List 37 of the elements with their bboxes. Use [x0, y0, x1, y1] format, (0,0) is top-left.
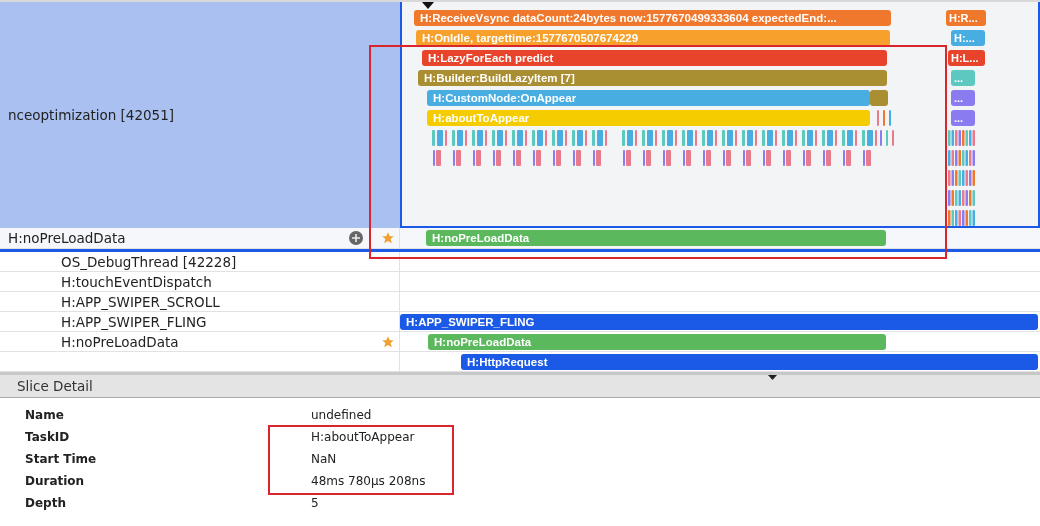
- trace-slice[interactable]: H:R...: [946, 10, 986, 26]
- row-name: OS_DebugThread [42228]: [60, 253, 238, 270]
- trace-slice[interactable]: H:LazyForEach predict: [422, 50, 887, 66]
- field-label: Start Time: [25, 452, 97, 467]
- field-label: Duration: [25, 474, 85, 489]
- row-name: H:noPreLoadData: [7, 230, 127, 246]
- field-label: Depth: [25, 496, 66, 511]
- field-value: NaN: [311, 452, 337, 467]
- trace-slice[interactable]: H:L...: [948, 50, 985, 66]
- field-label: TaskID: [25, 430, 70, 445]
- panel-title: Slice Detail: [17, 378, 93, 394]
- trace-slice[interactable]: H:CustomNode:OnAppear: [427, 90, 870, 106]
- trace-slice[interactable]: H:noPreLoadData: [428, 334, 886, 350]
- caret-icon[interactable]: [768, 375, 777, 380]
- trace-slice[interactable]: H:Builder:BuildLazyItem [7]: [418, 70, 887, 86]
- field-label: Name: [25, 408, 64, 423]
- process-name: nceoptimization [42051]: [8, 107, 175, 123]
- trace-slice[interactable]: ...: [951, 70, 975, 86]
- star-icon[interactable]: [381, 334, 395, 349]
- star-icon[interactable]: [381, 231, 395, 245]
- trace-slice[interactable]: H:noPreLoadData: [426, 230, 886, 246]
- trace-slice[interactable]: ...: [951, 110, 975, 126]
- trace-slice[interactable]: H:ReceiveVsync dataCount:24bytes now:1577670499333604 expectedEnd:...: [414, 10, 891, 26]
- trace-slice[interactable]: ...: [951, 90, 975, 106]
- trace-slice[interactable]: H:...: [951, 30, 985, 46]
- row-name: H:APP_SWIPER_SCROLL: [60, 293, 221, 310]
- row-name: H:APP_SWIPER_FLING: [60, 313, 208, 330]
- trace-slice[interactable]: H:aboutToAppear: [427, 110, 870, 126]
- field-value: 5: [311, 496, 319, 511]
- field-value: H:aboutToAppear: [311, 430, 415, 445]
- trace-slice[interactable]: H:OnIdle, targettime:1577670507674229: [416, 30, 890, 46]
- row-name: H:touchEventDispatch: [60, 273, 213, 290]
- field-value: 48ms 780μs 208ns: [311, 474, 426, 489]
- trace-slice[interactable]: H:HttpRequest: [461, 354, 1038, 370]
- trace-slice[interactable]: H:APP_SWIPER_FLING: [400, 314, 1038, 330]
- field-value: undefined: [311, 408, 372, 423]
- row-name: H:noPreLoadData: [60, 333, 180, 350]
